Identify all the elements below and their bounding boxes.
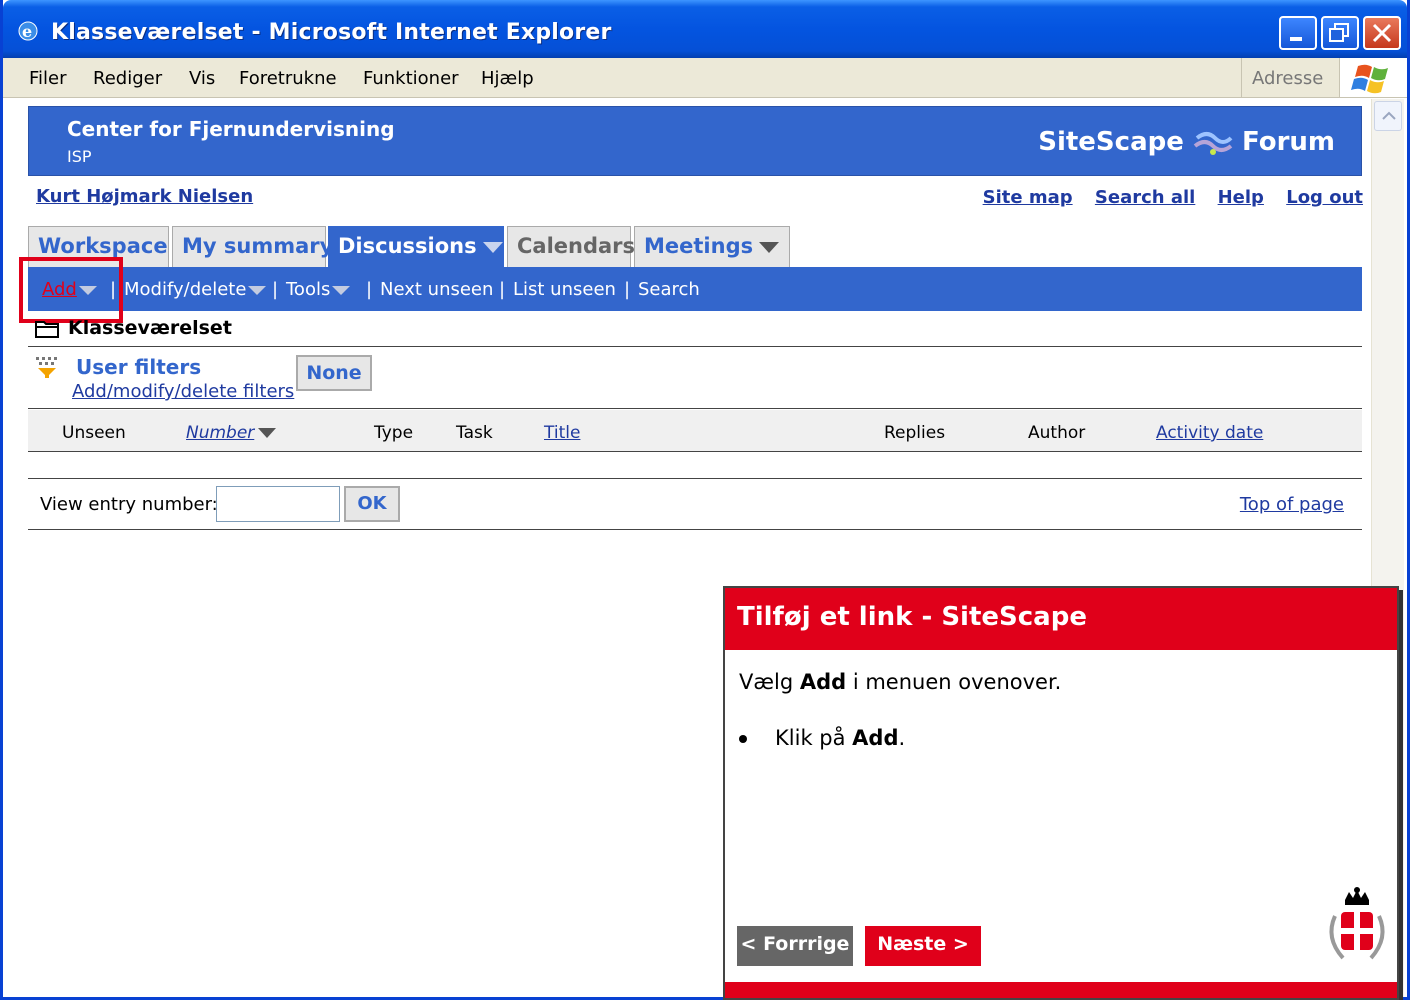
view-entry-label: View entry number: xyxy=(40,494,218,515)
minimize-button[interactable] xyxy=(1279,16,1317,50)
menu-favorites[interactable]: Foretrukne xyxy=(239,68,337,89)
menu-bar: Filer Rediger Vis Foretrukne Funktioner … xyxy=(3,58,1407,98)
window-title: Klasseværelset - Microsoft Internet Expl… xyxy=(51,20,612,45)
action-toolbar: Add | Modify/delete | Tools | Next unsee… xyxy=(28,267,1362,311)
ok-button[interactable]: OK xyxy=(344,486,400,522)
site-banner: Center for Fjernundervisning ISP SiteSca… xyxy=(28,106,1362,176)
org-sub: ISP xyxy=(67,147,92,166)
bullet-icon xyxy=(739,735,747,743)
sitescape-swirl-icon xyxy=(1193,131,1233,155)
sort-desc-icon xyxy=(258,428,277,438)
browser-window: e Klasseværelset - Microsoft Internet Ex… xyxy=(0,0,1410,1000)
search-all-link[interactable]: Search all xyxy=(1095,187,1195,208)
svg-text:e: e xyxy=(22,22,32,41)
col-activity-date[interactable]: Activity date xyxy=(1156,423,1263,443)
view-entry-row: View entry number: OK Top of page xyxy=(28,480,1362,530)
col-replies: Replies xyxy=(884,423,946,443)
tutorial-panel: Tilføj et link - SiteScape Vælg Add i me… xyxy=(723,586,1399,1000)
top-of-page-link[interactable]: Top of page xyxy=(1240,494,1344,515)
windows-flag-icon xyxy=(1351,64,1388,94)
top-links: Site map Search all Help Log out xyxy=(967,187,1363,208)
tutorial-header: Tilføj et link - SiteScape xyxy=(725,588,1397,650)
col-unseen: Unseen xyxy=(62,423,126,443)
chevron-down-icon xyxy=(482,241,503,253)
next-button[interactable]: Næste > xyxy=(865,926,981,966)
close-icon xyxy=(1372,23,1392,43)
tab-calendars[interactable]: Calendars xyxy=(507,226,635,267)
folder-header: Klasseværelset xyxy=(28,313,1362,347)
menu-help[interactable]: Hjælp xyxy=(481,68,534,89)
separator: | xyxy=(499,279,506,300)
separator: | xyxy=(624,279,631,300)
entries-table-header: Unseen Number Type Task Title Replies Au… xyxy=(28,410,1362,452)
search-link[interactable]: Search xyxy=(638,279,700,300)
tutorial-title: Tilføj et link - SiteScape xyxy=(737,602,1087,632)
menu-edit[interactable]: Rediger xyxy=(93,68,162,89)
restore-icon xyxy=(1329,23,1349,42)
filters-title: User filters xyxy=(76,355,202,379)
close-button[interactable] xyxy=(1363,16,1401,50)
site-map-link[interactable]: Site map xyxy=(983,187,1073,208)
filter-icon xyxy=(36,357,57,378)
help-link[interactable]: Help xyxy=(1218,187,1264,208)
previous-button[interactable]: < Forrrige xyxy=(737,926,853,966)
menu-file[interactable]: Filer xyxy=(29,68,67,89)
col-title[interactable]: Title xyxy=(544,423,580,443)
tools-menu[interactable]: Tools xyxy=(286,279,351,300)
menu-tools[interactable]: Funktioner xyxy=(363,68,459,89)
edit-filters-link[interactable]: Add/modify/delete filters xyxy=(72,381,294,402)
chevron-down-icon xyxy=(332,285,351,295)
address-label: Adresse xyxy=(1241,58,1333,97)
entry-number-input[interactable] xyxy=(216,486,340,522)
list-unseen-link[interactable]: List unseen xyxy=(513,279,616,300)
ie-icon: e xyxy=(18,21,38,41)
chevron-down-icon xyxy=(248,285,267,295)
chevron-down-icon xyxy=(759,241,780,253)
user-name-link[interactable]: Kurt Højmark Nielsen xyxy=(36,186,253,207)
col-task: Task xyxy=(456,423,493,443)
next-unseen-link[interactable]: Next unseen xyxy=(380,279,493,300)
tutorial-footer-bar xyxy=(725,982,1397,998)
scroll-up-button[interactable] xyxy=(1374,101,1402,131)
user-filters: User filters Add/modify/delete filters N… xyxy=(28,349,1362,409)
tab-my-summary[interactable]: My summary xyxy=(172,226,333,267)
sitescape-logo: SiteScape Forum xyxy=(1038,127,1335,157)
logout-link[interactable]: Log out xyxy=(1286,187,1363,208)
tab-discussions[interactable]: Discussions xyxy=(328,226,504,267)
separator: | xyxy=(272,279,279,300)
col-type: Type xyxy=(374,423,414,443)
empty-table-body xyxy=(28,453,1362,479)
restore-button[interactable] xyxy=(1321,16,1359,50)
title-bar: e Klasseværelset - Microsoft Internet Ex… xyxy=(3,0,1407,58)
tutorial-intro: Vælg Add i menuen ovenover. xyxy=(739,670,1062,694)
col-number[interactable]: Number xyxy=(186,423,277,443)
separator: | xyxy=(366,279,373,300)
folder-name: Klasseværelset xyxy=(68,317,232,339)
col-author: Author xyxy=(1028,423,1086,443)
menu-view[interactable]: Vis xyxy=(189,68,215,89)
crown-crest-icon xyxy=(1329,887,1385,960)
tutorial-step: Klik på Add. xyxy=(739,726,905,750)
modify-delete-menu[interactable]: Modify/delete xyxy=(124,279,267,300)
org-name: Center for Fjernundervisning xyxy=(67,117,395,141)
windows-logo xyxy=(1339,58,1407,97)
minimize-icon xyxy=(1290,37,1302,41)
chevron-up-icon xyxy=(1382,111,1396,120)
tab-meetings[interactable]: Meetings xyxy=(634,226,790,267)
folder-icon xyxy=(35,321,59,338)
filter-none-button[interactable]: None xyxy=(296,355,372,391)
